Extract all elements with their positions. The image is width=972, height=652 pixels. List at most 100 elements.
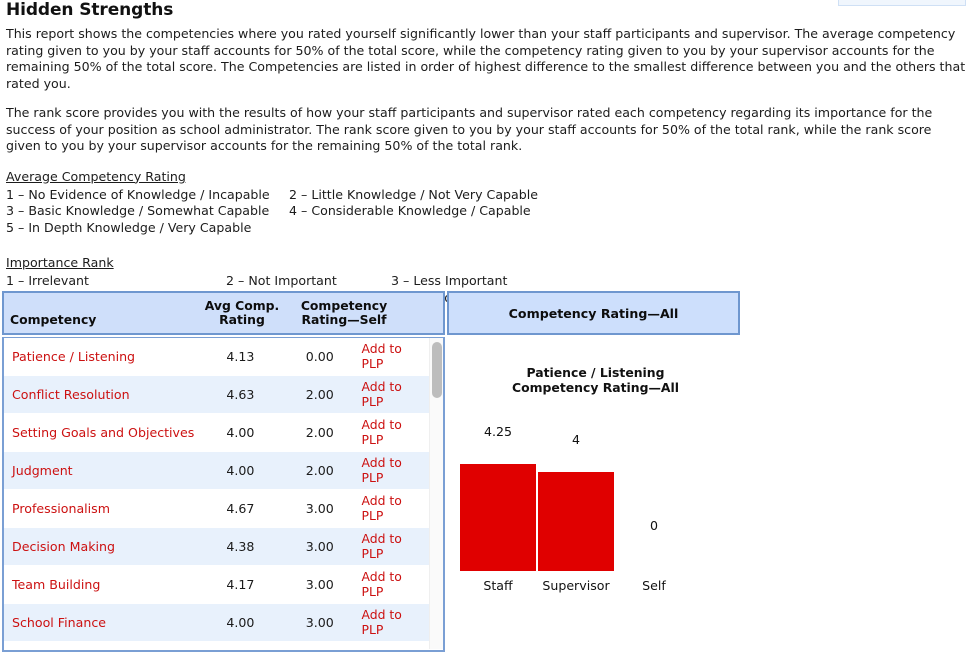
legend-title-rating: Average Competency Rating — [6, 168, 186, 184]
add-to-plp-line-2[interactable]: PLP — [361, 546, 429, 562]
table-header-left: Competency Avg Comp. Rating Competency R… — [2, 291, 445, 335]
cell-competency[interactable]: Team Building — [4, 577, 199, 592]
column-header-competency[interactable]: Competency — [10, 313, 96, 327]
table-header: Competency Avg Comp. Rating Competency R… — [2, 291, 740, 335]
legend-row: 1 – Irrelevant 2 – Not Important 3 – Less … — [6, 273, 968, 290]
chart-plot-area: 4.25 Staff 4 Supervisor 0 Self — [448, 401, 743, 601]
cell-avg-rating: 4.13 — [226, 349, 255, 364]
cell-avg-rating: 4.00 — [226, 615, 255, 630]
table-row[interactable]: Add to — [4, 642, 429, 650]
competency-table-panel: Patience / Listening 4.13 0.00 Add to PL… — [2, 337, 445, 652]
column-header-line: Avg Comp. — [204, 298, 280, 313]
cell-self-rating: 3.00 — [305, 577, 334, 592]
table-row[interactable]: Conflict Resolution 4.63 2.00 Add to PLP — [4, 376, 429, 414]
legend-row: 1 – No Evidence of Knowledge / Incapable… — [6, 187, 968, 204]
legend-item: 3 – Basic Knowledge / Somewhat Capable — [6, 203, 270, 218]
column-header-line: Rating — [219, 312, 265, 327]
add-to-plp-button[interactable]: Add to PLP — [357, 417, 429, 448]
scrollbar-thumb[interactable] — [432, 342, 442, 398]
legend-item: 2 – Little Knowledge / Not Very Capable — [289, 186, 538, 202]
legend-average-competency-rating: Average Competency Rating 1 – No Evidenc… — [4, 169, 968, 237]
bar-label-self: Self — [642, 578, 666, 593]
add-to-plp-line-2[interactable]: PLP — [361, 470, 429, 486]
table-row[interactable]: Professionalism 4.67 3.00 Add to PLP — [4, 490, 429, 528]
competency-table-rows: Patience / Listening 4.13 0.00 Add to PL… — [4, 338, 429, 650]
cell-self-rating: 3.00 — [305, 501, 334, 516]
bar-value-self: 0 — [649, 518, 658, 533]
report-body: Patience / Listening 4.13 0.00 Add to PL… — [2, 337, 972, 652]
table-row[interactable]: Setting Goals and Objectives 4.00 2.00 A… — [4, 414, 429, 452]
column-header-line: Competency — [300, 298, 388, 313]
column-header-avg-comp-rating[interactable]: Avg Comp. Rating — [200, 299, 284, 327]
add-to-plp-button[interactable]: Add to PLP — [357, 607, 429, 638]
bar-value-supervisor: 4 — [571, 432, 580, 447]
add-to-plp-line-1[interactable]: Add to — [361, 531, 429, 547]
table-row[interactable]: Decision Making 4.38 3.00 Add to PLP — [4, 528, 429, 566]
cell-self-rating: 0.00 — [305, 349, 334, 364]
add-to-plp-line-1[interactable]: Add to — [361, 493, 429, 509]
table-row[interactable]: Judgment 4.00 2.00 Add to PLP — [4, 452, 429, 490]
legend-item: 5 – In Depth Knowledge / Very Capable — [6, 219, 252, 235]
cell-competency[interactable]: Decision Making — [4, 539, 199, 554]
table-row[interactable]: School Finance 4.00 3.00 Add to PLP — [4, 604, 429, 642]
legend-item: 4 – Considerable Knowledge / Capable — [289, 203, 531, 218]
add-to-plp-line-2[interactable]: PLP — [361, 432, 429, 448]
cell-avg-rating: 4.00 — [226, 425, 255, 440]
legend-item: 1 – Irrelevant — [6, 273, 89, 288]
table-header-right: Competency Rating—All — [447, 291, 740, 335]
column-header-line: Rating—Self — [301, 312, 387, 327]
add-to-plp-line-1[interactable]: Add to — [361, 455, 429, 471]
cell-competency[interactable]: Conflict Resolution — [4, 387, 199, 402]
top-partial-panel — [838, 0, 966, 6]
cell-competency[interactable]: Setting Goals and Objectives — [4, 425, 199, 440]
add-to-plp-line-2[interactable]: PLP — [361, 584, 429, 600]
intro-paragraph-1: This report shows the competencies where… — [6, 26, 966, 91]
cell-competency[interactable]: Judgment — [4, 463, 199, 478]
table-scrollbar[interactable] — [429, 338, 443, 649]
legend-row: 3 – Basic Knowledge / Somewhat Capable 4 … — [6, 203, 968, 220]
cell-self-rating: 2.00 — [305, 425, 334, 440]
add-to-plp-button[interactable]: Add to PLP — [357, 379, 429, 410]
legend-item: 2 – Not Important — [226, 273, 337, 288]
add-to-plp-line-1[interactable]: Add to — [361, 379, 429, 395]
cell-avg-rating: 4.00 — [226, 463, 255, 478]
cell-avg-rating: 4.63 — [226, 387, 255, 402]
add-to-plp-line-2[interactable]: PLP — [361, 394, 429, 410]
competency-rating-chart: Patience / Listening Competency Rating—A… — [448, 337, 743, 652]
legend-item: 3 – Less Important — [391, 273, 508, 288]
add-to-plp-line-2[interactable]: PLP — [361, 356, 429, 372]
report-page: Hidden Strengths This report shows the c… — [0, 0, 972, 652]
legend-item: 1 – No Evidence of Knowledge / Incapable — [6, 186, 270, 202]
bar-supervisor — [538, 472, 614, 571]
legend-row: 5 – In Depth Knowledge / Very Capable — [6, 220, 968, 237]
table-row[interactable]: Team Building 4.17 3.00 Add to PLP — [4, 566, 429, 604]
add-to-plp-button[interactable]: Add to PLP — [357, 341, 429, 372]
add-to-plp-button[interactable]: Add to PLP — [357, 455, 429, 486]
add-to-plp-line-1[interactable]: Add to — [361, 607, 429, 623]
add-to-plp-line-1[interactable]: Add to — [361, 417, 429, 433]
add-to-plp-button[interactable]: Add to PLP — [357, 569, 429, 600]
chart-title-line-1: Patience / Listening — [526, 365, 665, 380]
add-to-plp-line-2[interactable]: PLP — [361, 508, 429, 524]
cell-self-rating: 3.00 — [305, 539, 334, 554]
page-title: Hidden Strengths — [6, 0, 174, 20]
column-header-competency-rating-self[interactable]: Competency Rating—Self — [294, 299, 394, 327]
cell-self-rating: 2.00 — [305, 463, 334, 478]
bar-staff — [460, 464, 536, 571]
add-to-plp-line-1[interactable]: Add to — [361, 569, 429, 585]
add-to-plp-button[interactable]: Add to PLP — [357, 531, 429, 562]
cell-competency[interactable]: Professionalism — [4, 501, 199, 516]
cell-competency[interactable]: School Finance — [4, 615, 199, 630]
add-to-plp-line-2[interactable]: PLP — [361, 622, 429, 638]
column-header-competency-rating-all: Competency Rating—All — [508, 305, 679, 321]
table-row[interactable]: Patience / Listening 4.13 0.00 Add to PL… — [4, 338, 429, 376]
cell-self-rating: 3.00 — [305, 615, 334, 630]
add-to-plp-button[interactable]: Add to PLP — [357, 493, 429, 524]
chart-title-line-2: Competency Rating—All — [512, 380, 679, 395]
cell-competency[interactable]: Patience / Listening — [4, 349, 199, 364]
legend-title-rank: Importance Rank — [6, 255, 114, 270]
cell-avg-rating: 4.17 — [226, 577, 255, 592]
cell-avg-rating: 4.38 — [226, 539, 255, 554]
intro-paragraph-2: The rank score provides you with the res… — [6, 105, 933, 153]
add-to-plp-line-1[interactable]: Add to — [361, 341, 429, 357]
